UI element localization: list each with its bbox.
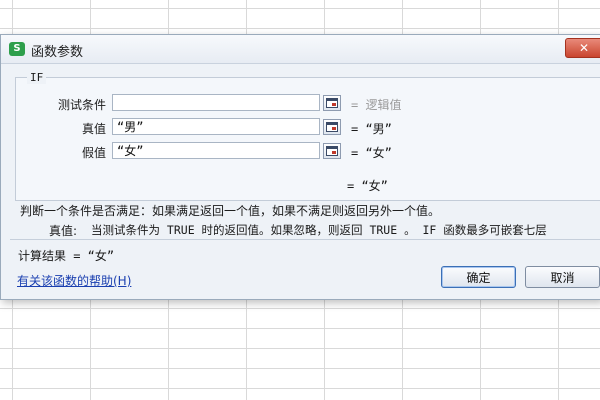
- arg-result-true-value: = “男”: [351, 122, 392, 136]
- function-name-label: IF: [27, 71, 47, 84]
- cancel-button[interactable]: 取消: [525, 266, 600, 288]
- calculation-result: 计算结果 = “女”: [18, 249, 115, 263]
- arg-result-false-value: = “女”: [351, 146, 392, 160]
- wps-spreadsheet-icon: S: [9, 42, 25, 56]
- collapse-dialog-icon[interactable]: [323, 119, 341, 135]
- function-description: 判断一个条件是否满足：如果满足返回一个值，如果不满足则返回另外一个值。: [20, 204, 441, 218]
- arg-help-text: 当测试条件为 TRUE 时的返回值。如果忽略，则返回 TRUE 。 IF 函数最…: [91, 223, 547, 237]
- arg-label-false-value: 假值: [81, 146, 106, 160]
- help-link[interactable]: 有关该函数的帮助(H): [17, 272, 131, 289]
- arg-label-true-value: 真值: [81, 122, 106, 136]
- dialog-title: 函数参数: [31, 45, 84, 60]
- close-button[interactable]: ✕: [565, 38, 600, 58]
- arg-help-label: 真值:: [49, 224, 78, 238]
- dialog-titlebar[interactable]: S 函数参数 ✕: [1, 35, 600, 64]
- divider: [10, 239, 600, 240]
- collapse-dialog-icon[interactable]: [323, 95, 341, 111]
- arg-label-condition: 测试条件: [57, 98, 106, 112]
- formula-result: = “女”: [347, 179, 388, 193]
- arg-input-true-value[interactable]: “男”: [112, 118, 320, 135]
- arg-result-condition: = 逻辑值: [351, 98, 402, 112]
- ok-button[interactable]: 确定: [441, 266, 516, 288]
- function-arguments-dialog: S 函数参数 ✕ IF 测试条件 = 逻辑值 真值 “男” = “男” 假值 “…: [0, 34, 600, 300]
- arg-input-false-value[interactable]: “女”: [112, 142, 320, 159]
- collapse-dialog-icon[interactable]: [323, 143, 341, 159]
- arg-input-condition[interactable]: [112, 94, 320, 111]
